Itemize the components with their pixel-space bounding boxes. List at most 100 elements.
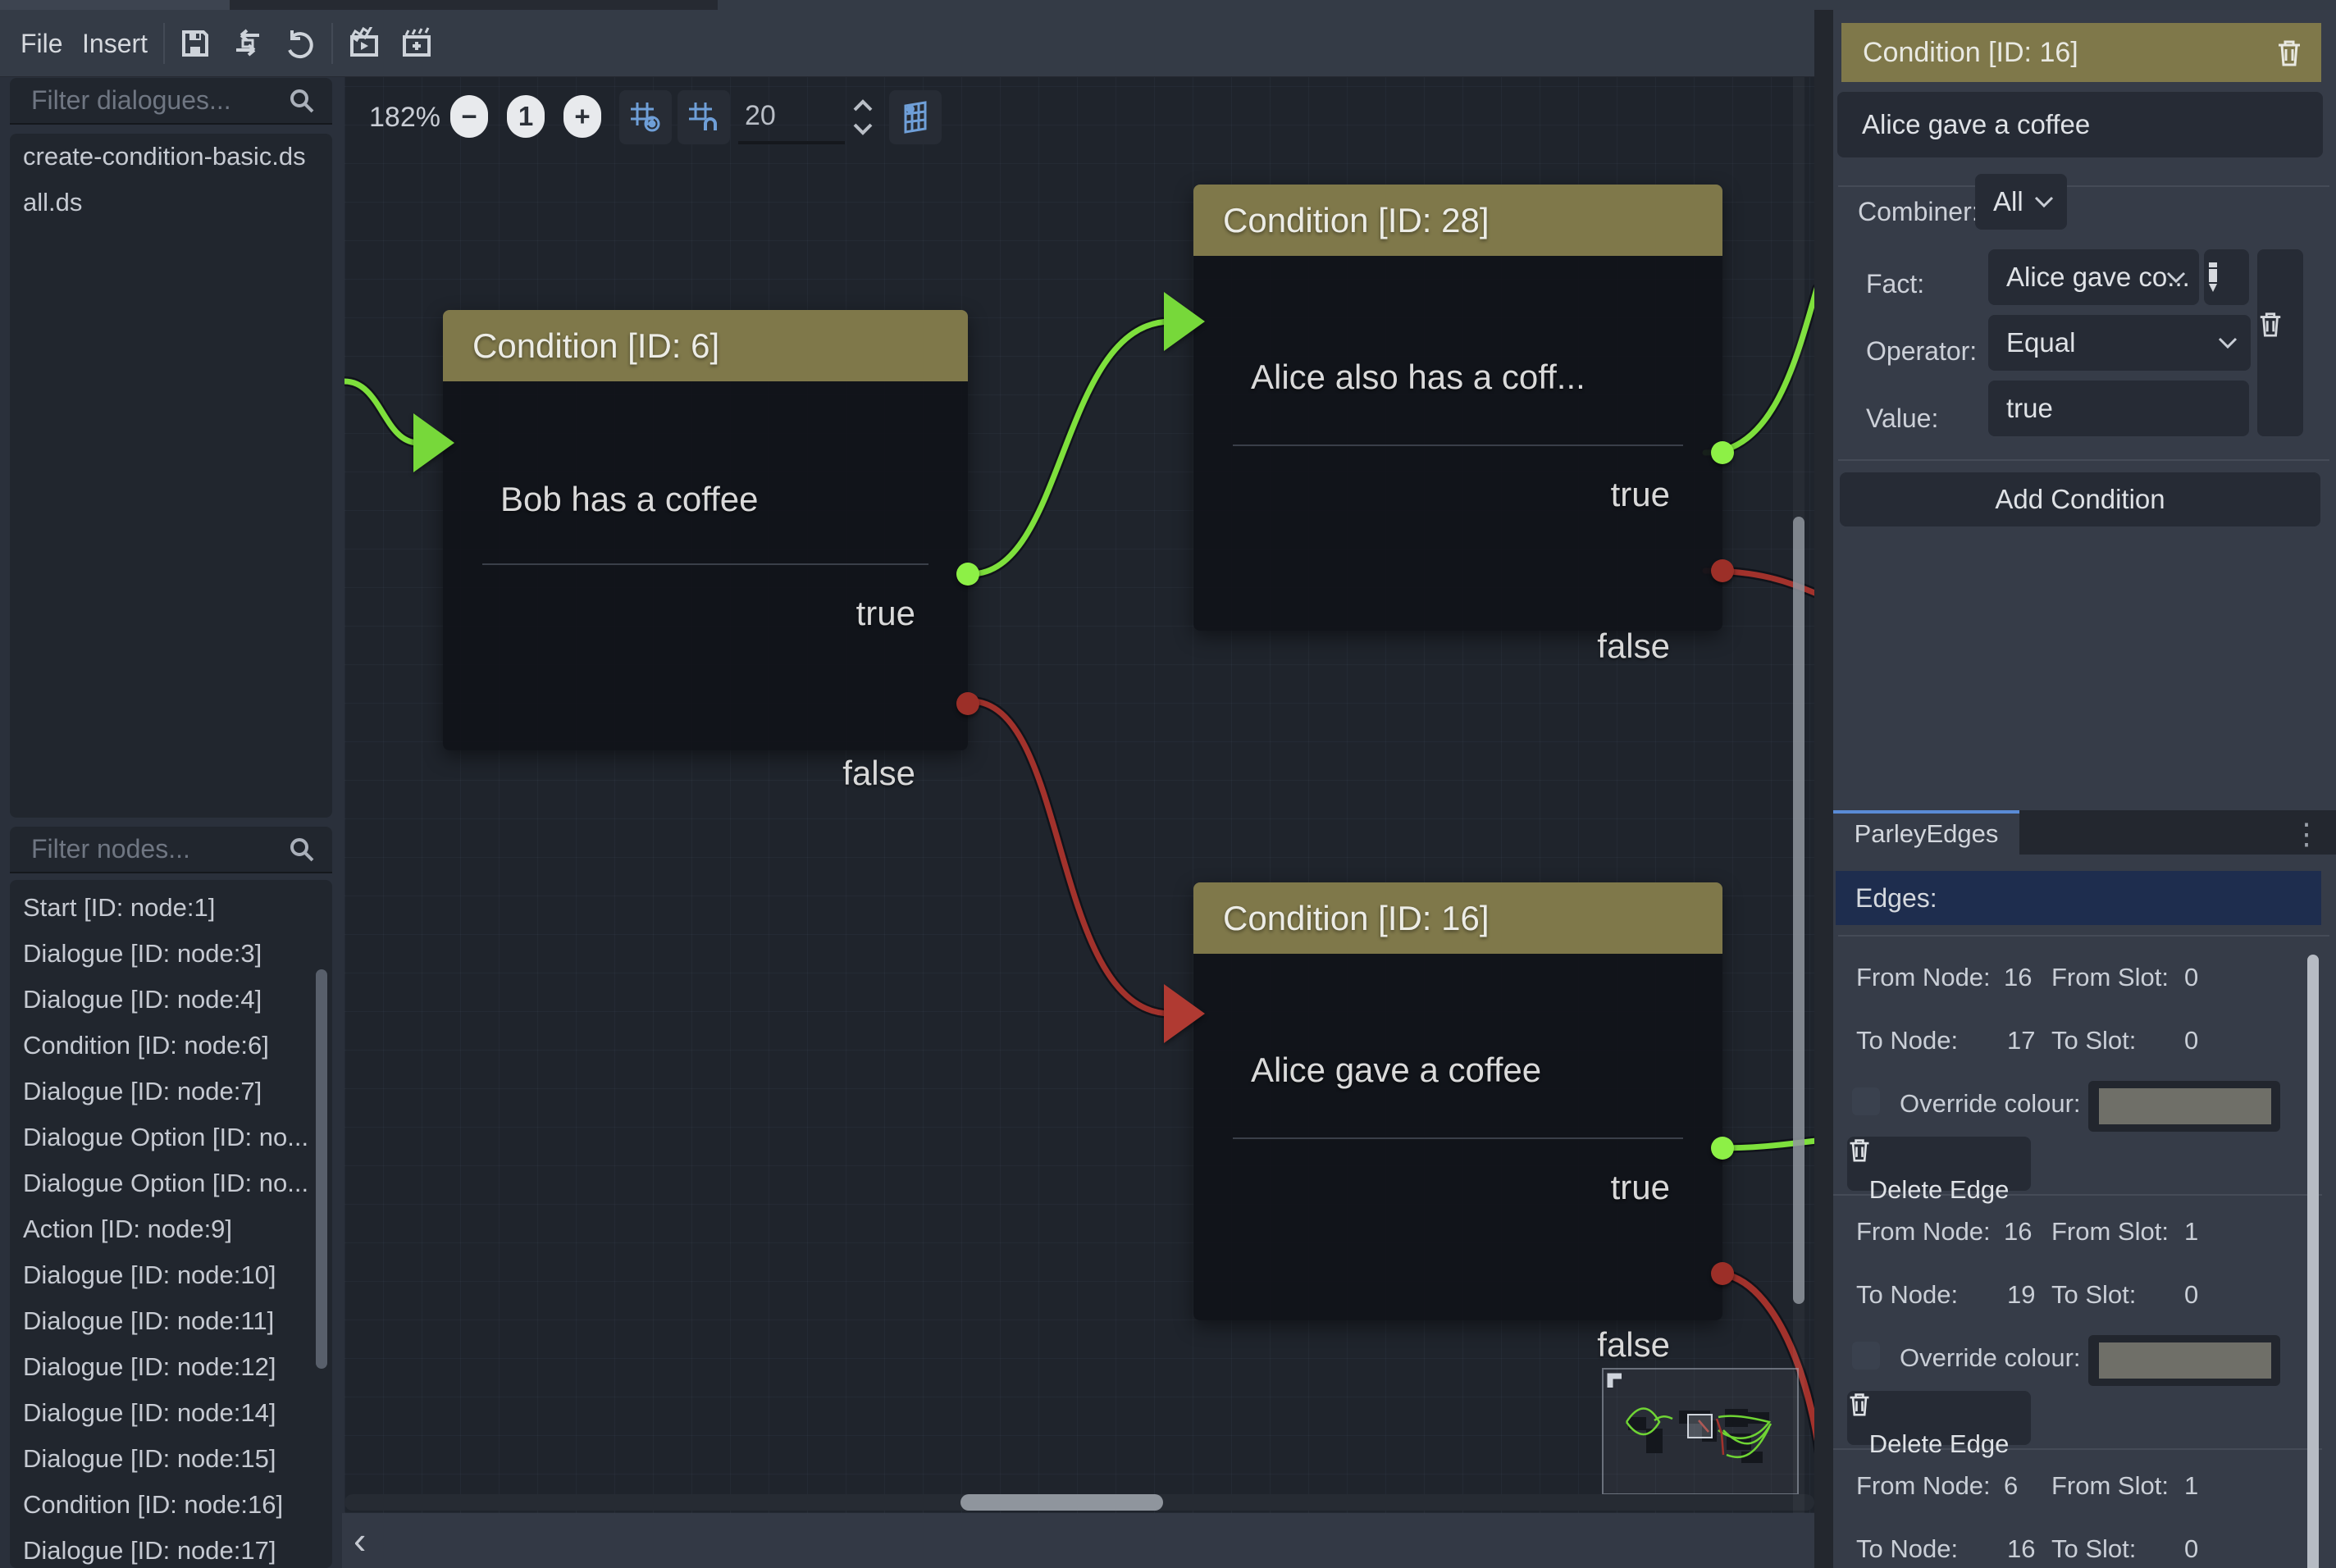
from-slot-value[interactable]: 0 — [2184, 961, 2198, 994]
node-description: Alice also has a coff... — [1251, 356, 1585, 399]
canvas-vscrollbar[interactable] — [1793, 77, 1804, 1513]
to-slot-value[interactable]: 0 — [2184, 1533, 2198, 1566]
bottom-bar: ‹ — [342, 1513, 1825, 1568]
sidebar: Filter dialogues... create-condition-bas… — [0, 77, 342, 1568]
delete-edge-button[interactable]: Delete Edge — [1847, 1391, 2031, 1445]
zoom-in-button[interactable]: + — [563, 95, 601, 138]
override-colour-swatch[interactable] — [2088, 1081, 2280, 1132]
output-port-true[interactable] — [1711, 1137, 1734, 1160]
nodes-list-scrollbar[interactable] — [316, 969, 327, 1369]
value-label: Value: — [1866, 402, 1938, 435]
input-port-arrow[interactable] — [1164, 292, 1205, 351]
dialogues-filter-input[interactable]: Filter dialogues... — [10, 78, 332, 125]
node-list-item[interactable]: Condition [ID: node:16] — [10, 1482, 332, 1528]
from-slot-value[interactable]: 1 — [2184, 1215, 2198, 1248]
menu-file[interactable]: File — [21, 10, 63, 77]
canvas-hscrollbar-thumb[interactable] — [960, 1494, 1163, 1511]
minimap-toggle-icon[interactable] — [889, 90, 942, 144]
panel-splitter[interactable] — [1814, 10, 1833, 1568]
override-colour-swatch[interactable] — [2088, 1335, 2280, 1386]
condition-description-input[interactable]: Alice gave a coffee — [1837, 92, 2323, 157]
canvas-hscrollbar[interactable] — [344, 1494, 1814, 1511]
tab-parley-edges[interactable]: ParleyEdges — [1833, 810, 2019, 855]
node-list-item[interactable]: Condition [ID: node:6] — [10, 1023, 332, 1069]
trash-icon — [1847, 1137, 1872, 1163]
node-list-item[interactable]: Dialogue [ID: node:10] — [10, 1252, 332, 1298]
from-slot-value[interactable]: 1 — [2184, 1470, 2198, 1502]
node-list-item[interactable]: Dialogue [ID: node:12] — [10, 1344, 332, 1390]
override-colour-checkbox[interactable] — [1852, 1087, 1880, 1115]
node-list-item[interactable]: Dialogue Option [ID: no... — [10, 1160, 332, 1206]
node-title[interactable]: Condition [ID: 16] — [1193, 882, 1722, 954]
slot-false-label: false — [842, 752, 915, 795]
output-port-false[interactable] — [1711, 1262, 1734, 1285]
node-title[interactable]: Condition [ID: 28] — [1193, 185, 1722, 256]
to-node-value[interactable]: 17 — [2007, 1024, 2035, 1057]
override-colour-checkbox[interactable] — [1852, 1342, 1880, 1370]
from-node-value[interactable]: 16 — [2004, 961, 2032, 994]
node-list-item[interactable]: Dialogue [ID: node:4] — [10, 977, 332, 1023]
edit-fact-button[interactable] — [2204, 249, 2249, 305]
to-slot-value[interactable]: 0 — [2184, 1024, 2198, 1057]
kebab-menu-icon[interactable]: ⋮ — [2292, 817, 2321, 851]
edge-entry: From Node: 16 From Slot: 0 To Node: 17 T… — [1833, 941, 2322, 1196]
zoom-out-button[interactable]: − — [450, 95, 488, 138]
graph-canvas[interactable]: 182% − 1 + 20 Condition [ID: 6] — [344, 77, 1814, 1513]
run-dialogue-icon[interactable] — [348, 27, 381, 60]
snap-distance-input[interactable]: 20 — [738, 90, 845, 144]
value-input[interactable]: true — [1988, 381, 2249, 436]
node-list-item[interactable]: Dialogue [ID: node:3] — [10, 931, 332, 977]
from-node-value[interactable]: 16 — [2004, 1215, 2032, 1248]
snap-spinner[interactable] — [851, 95, 874, 139]
undo-icon[interactable] — [284, 27, 317, 60]
main-screen-tab[interactable] — [0, 0, 230, 10]
to-slot-value[interactable]: 0 — [2184, 1279, 2198, 1311]
node-list-item[interactable]: Dialogue Option [ID: no... — [10, 1114, 332, 1160]
from-node-value[interactable]: 6 — [2004, 1470, 2018, 1502]
from-slot-label: From Slot: — [2051, 961, 2169, 994]
node-list-item[interactable]: Action [ID: node:9] — [10, 1206, 332, 1252]
output-port-true[interactable] — [1711, 441, 1734, 464]
graph-node-condition-28[interactable]: Condition [ID: 28] Alice also has a coff… — [1193, 185, 1722, 631]
dialogue-file-item[interactable]: create-condition-basic.ds — [10, 134, 332, 180]
canvas-vscrollbar-thumb[interactable] — [1793, 517, 1804, 1304]
node-list-item[interactable]: Dialogue [ID: node:14] — [10, 1390, 332, 1436]
condition-header: Condition [ID: 16] — [1841, 23, 2321, 82]
add-condition-button[interactable]: Add Condition — [1840, 472, 2320, 526]
dialogue-file-item[interactable]: all.ds — [10, 180, 332, 226]
node-title[interactable]: Condition [ID: 6] — [443, 310, 968, 381]
graph-minimap[interactable] — [1602, 1368, 1799, 1495]
snap-grid-icon[interactable] — [619, 90, 672, 144]
nodes-filter-input[interactable]: Filter nodes... — [10, 827, 332, 873]
output-port-false[interactable] — [956, 692, 979, 715]
node-list-item[interactable]: Start [ID: node:1] — [10, 885, 332, 931]
import-export-icon[interactable] — [231, 27, 264, 60]
node-list-item[interactable]: Dialogue [ID: node:15] — [10, 1436, 332, 1482]
input-port-arrow[interactable] — [413, 413, 454, 472]
snap-magnet-icon[interactable] — [678, 90, 730, 144]
graph-node-condition-6[interactable]: Condition [ID: 6] Bob has a coffee true … — [443, 310, 968, 750]
edges-list-scrollbar[interactable] — [2307, 955, 2319, 1568]
node-list-item[interactable]: Dialogue [ID: node:17] — [10, 1528, 332, 1568]
delete-condition-button[interactable] — [2257, 249, 2303, 436]
graph-node-condition-16[interactable]: Condition [ID: 16] Alice gave a coffee t… — [1193, 882, 1722, 1320]
minimap-viewport[interactable] — [1688, 1415, 1712, 1438]
node-list-item[interactable]: Dialogue [ID: node:7] — [10, 1069, 332, 1114]
to-node-value[interactable]: 16 — [2007, 1533, 2035, 1566]
menu-insert[interactable]: Insert — [82, 10, 148, 77]
operator-select[interactable]: Equal — [1988, 315, 2251, 371]
zoom-reset-button[interactable]: 1 — [507, 95, 545, 138]
collapse-panel-icon[interactable]: ‹ — [354, 1520, 395, 1561]
output-port-true[interactable] — [956, 563, 979, 586]
new-dialogue-icon[interactable] — [400, 27, 433, 60]
to-node-value[interactable]: 19 — [2007, 1279, 2035, 1311]
fact-select[interactable]: Alice gave co... — [1988, 249, 2199, 305]
output-port-false[interactable] — [1711, 559, 1734, 582]
search-icon — [288, 836, 316, 864]
delete-edge-button[interactable]: Delete Edge — [1847, 1137, 2031, 1191]
input-port-arrow[interactable] — [1164, 984, 1205, 1043]
node-list-item[interactable]: Dialogue [ID: node:11] — [10, 1298, 332, 1344]
save-icon[interactable] — [179, 27, 212, 60]
delete-node-icon[interactable] — [2275, 39, 2303, 66]
combiner-select[interactable]: All — [1975, 174, 2067, 230]
